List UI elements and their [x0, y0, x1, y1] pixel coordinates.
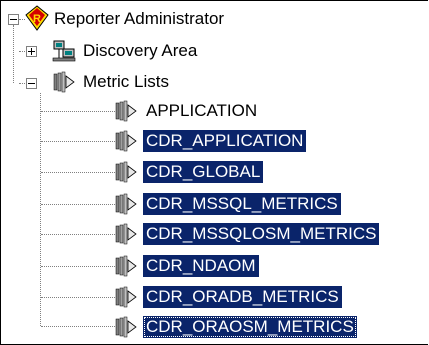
expand-toggle[interactable]	[26, 46, 37, 57]
tree-node-metric-list-item[interactable]: CDR_NDAOM	[1, 251, 428, 281]
tree-node-metric-lists[interactable]: Metric Lists	[1, 67, 428, 97]
tree-node-label: Reporter Administrator	[54, 9, 225, 28]
tree-node-metric-list-item[interactable]: CDR_APPLICATION	[1, 126, 428, 156]
tree-view[interactable]: R Reporter Administrator Discovery Area	[0, 0, 428, 345]
metric-list-icon	[115, 222, 137, 251]
tree-node-label: Metric Lists	[83, 72, 169, 91]
tree-node-metric-list-item[interactable]: CDR_MSSQL_METRICS	[1, 189, 428, 219]
svg-text:R: R	[33, 13, 41, 25]
network-computers-icon	[52, 39, 76, 68]
tree-node-metric-list-item[interactable]: CDR_ORADB_METRICS	[1, 282, 428, 312]
collapse-toggle[interactable]	[8, 14, 19, 25]
metric-list-icon	[115, 315, 137, 344]
tree-node-label: CDR_NDAOM	[143, 255, 259, 277]
tree-node-label: CDR_MSSQLOSM_METRICS	[143, 223, 380, 245]
tree-node-label: APPLICATION	[146, 101, 258, 120]
metric-list-icon	[115, 254, 137, 283]
metric-list-icon	[115, 99, 137, 128]
tree-node-metric-list-item[interactable]: CDR_MSSQLOSM_METRICS	[1, 219, 428, 249]
tree-node-label: CDR_GLOBAL	[143, 161, 264, 183]
metric-list-icon	[53, 70, 75, 99]
metric-list-icon	[115, 192, 137, 221]
tree-node-reporter-administrator[interactable]: R Reporter Administrator	[1, 4, 428, 34]
tree-node-label: CDR_ORAOSM_METRICS	[143, 316, 357, 338]
tree-node-label: CDR_ORADB_METRICS	[143, 286, 342, 308]
reporter-r-icon: R	[23, 5, 51, 36]
tree-node-discovery-area[interactable]: Discovery Area	[1, 36, 428, 66]
tree-node-label: CDR_APPLICATION	[143, 130, 307, 152]
metric-list-icon	[115, 129, 137, 158]
tree-node-metric-list-item[interactable]: CDR_GLOBAL	[1, 157, 428, 187]
collapse-toggle[interactable]	[26, 78, 37, 89]
metric-list-icon	[115, 285, 137, 314]
tree-node-metric-list-item[interactable]: CDR_ORAOSM_METRICS	[1, 312, 428, 342]
tree-node-label: Discovery Area	[83, 41, 198, 60]
tree-node-metric-list-item[interactable]: APPLICATION	[1, 96, 428, 126]
metric-list-icon	[115, 160, 137, 189]
tree-node-label: CDR_MSSQL_METRICS	[143, 193, 341, 215]
